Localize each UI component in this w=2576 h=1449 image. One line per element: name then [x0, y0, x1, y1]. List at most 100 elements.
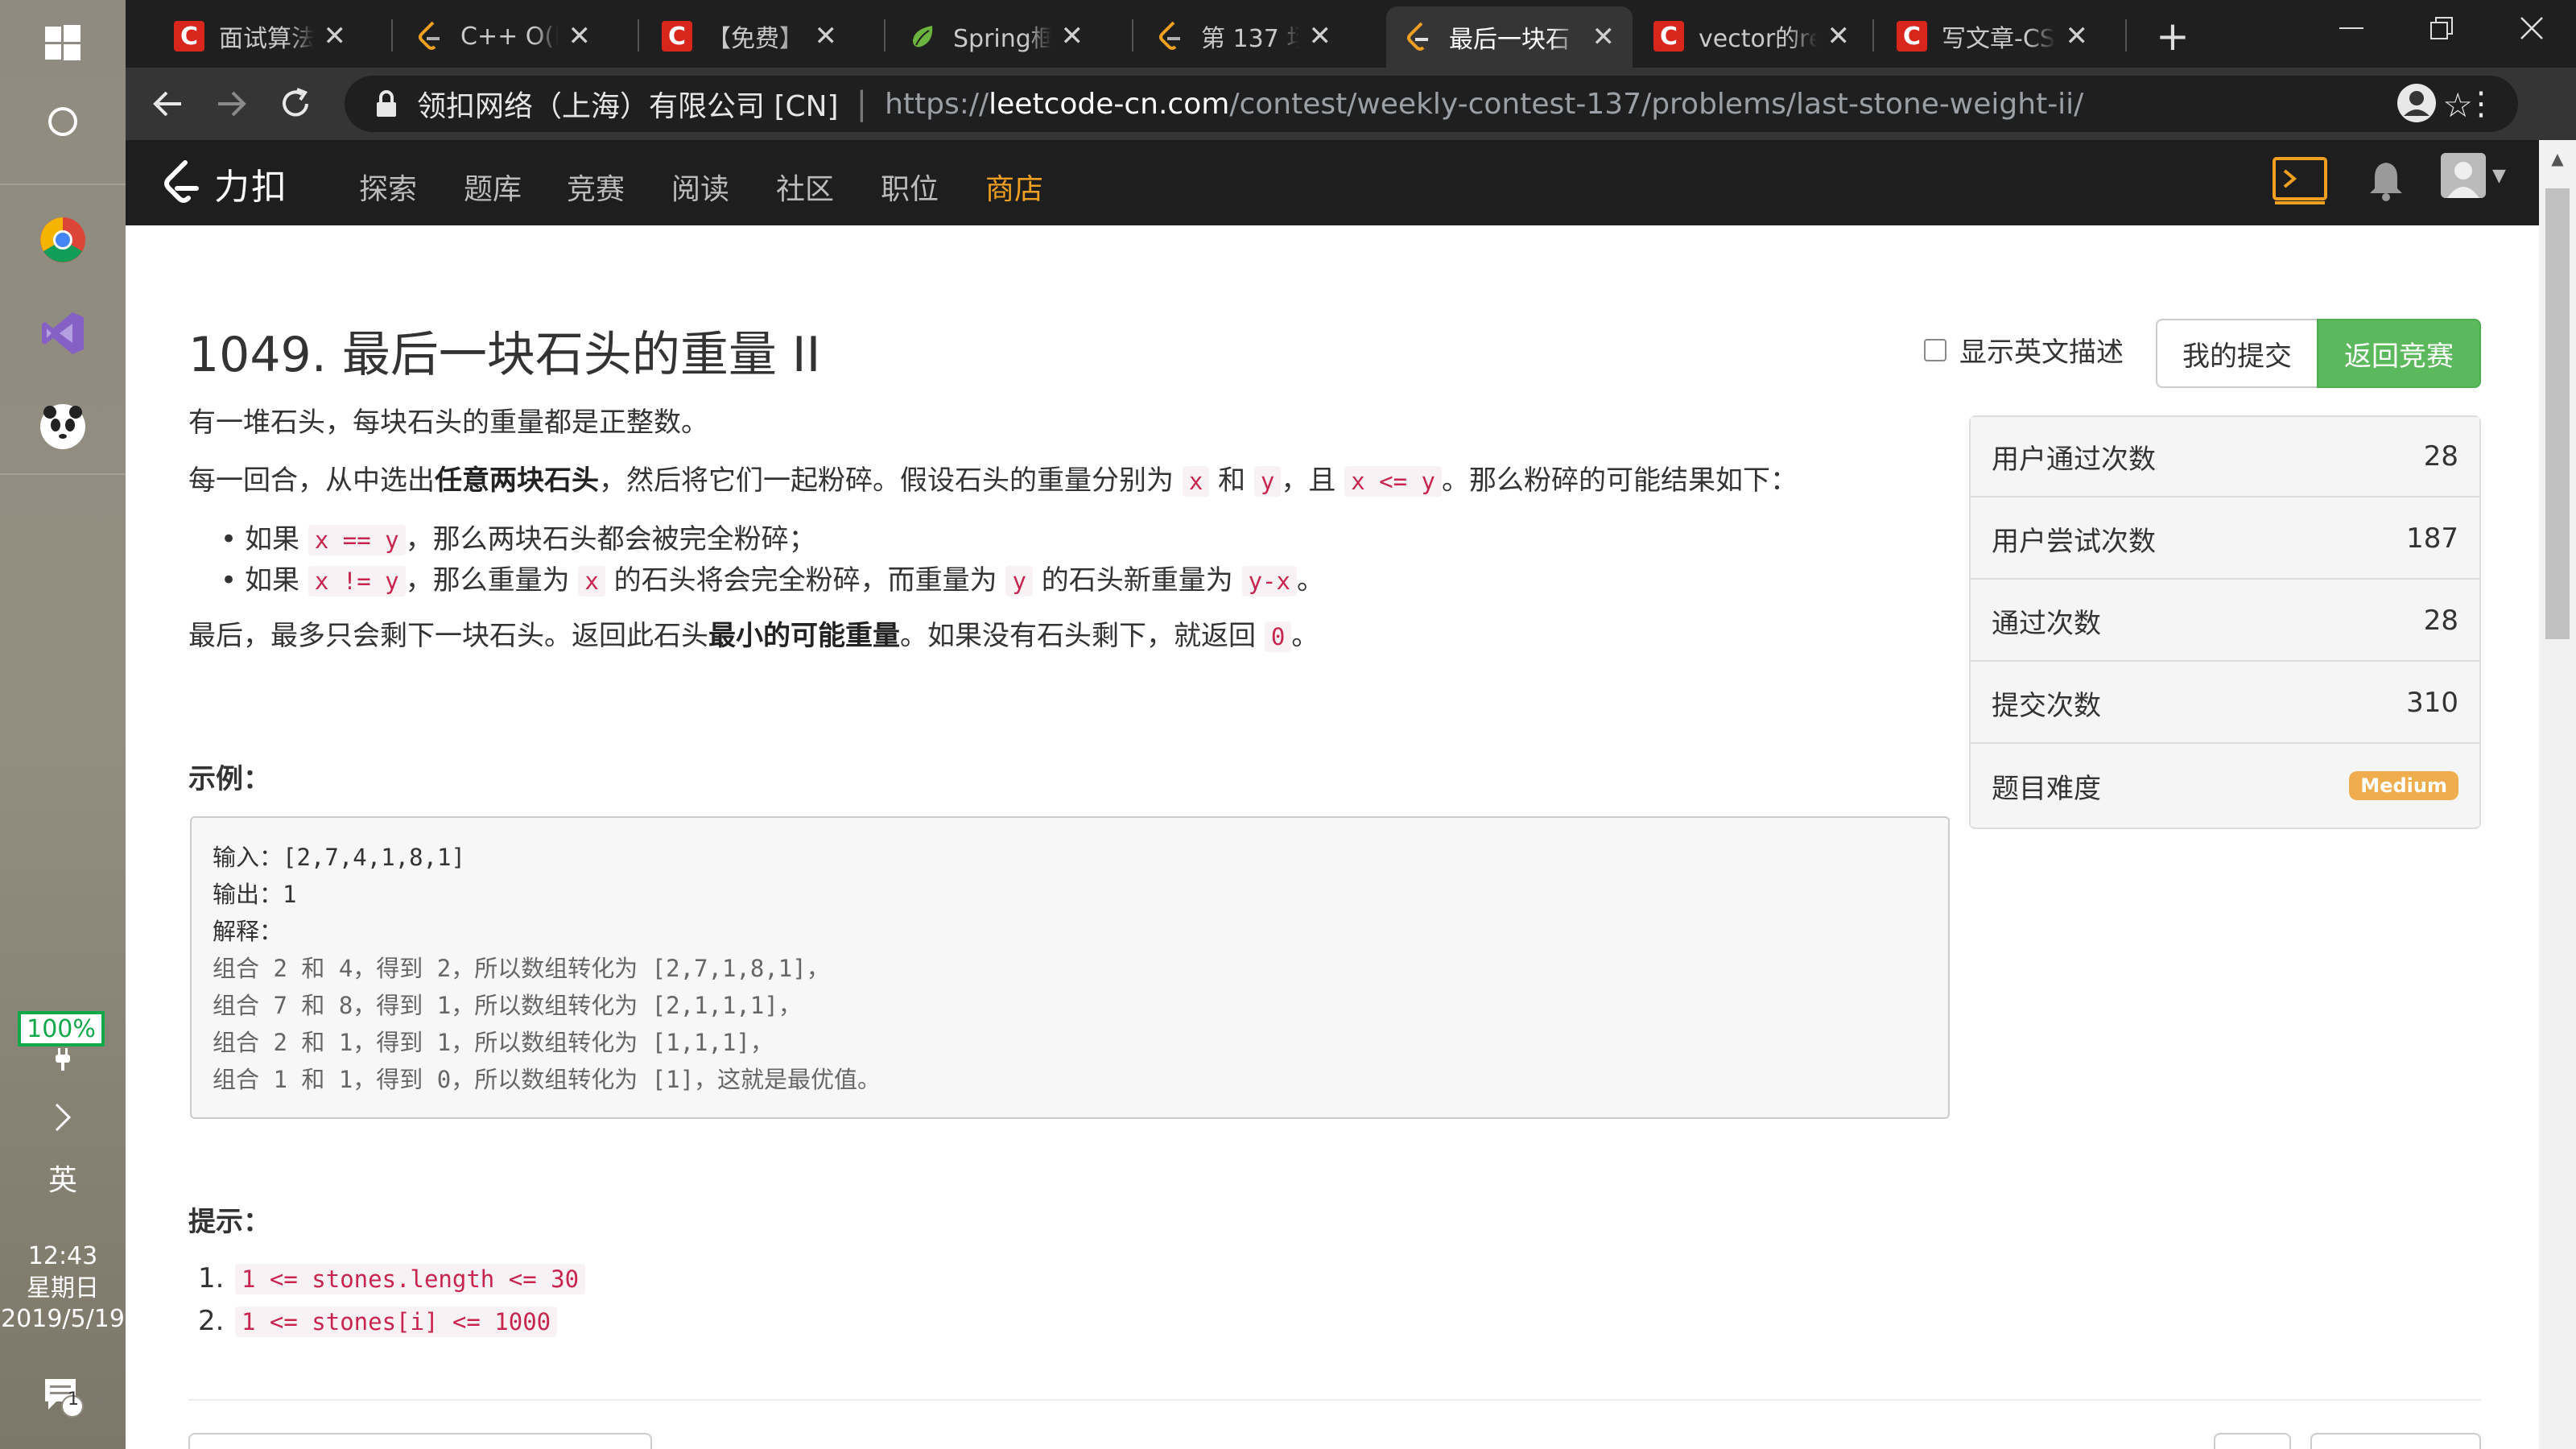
- clock-weekday: 星期日: [27, 1274, 99, 1302]
- hints-list: 1. 1 <= stones.length <= 30 2. 1 <= stones…: [198, 1257, 586, 1343]
- list-item: 1. 1 <= stones.length <= 30: [198, 1257, 586, 1300]
- stat-row: 用户尝试次数 187: [1971, 499, 2479, 580]
- problem-title: 1049. 最后一块石头的重量 II: [188, 327, 821, 383]
- address-bar[interactable]: 领扣网络（上海）有限公司 [CN] | https://leetcode-cn.…: [345, 76, 2518, 132]
- cortana-search-icon[interactable]: [0, 93, 126, 150]
- close-tab-icon[interactable]: ✕: [324, 20, 347, 52]
- nav-problems[interactable]: 题库: [464, 166, 522, 208]
- example-step: 组合 7 和 8，得到 1，所以数组转化为 [2,1,1,1]，: [213, 992, 802, 1019]
- close-window-button[interactable]: [2487, 0, 2576, 56]
- difficulty-badge: Medium: [2349, 771, 2458, 800]
- restore-button[interactable]: [2397, 0, 2486, 56]
- browser-tab-active[interactable]: 最后一块石 ✕: [1386, 6, 1633, 68]
- new-tab-button[interactable]: +: [2148, 11, 2198, 61]
- chrome-menu-icon[interactable]: ⋮: [2465, 84, 2497, 124]
- browser-tab[interactable]: Spring框架✕: [890, 11, 1101, 61]
- nav-jobs[interactable]: 职位: [881, 166, 939, 208]
- stats-panel: 用户通过次数 28 用户尝试次数 187 通过次数 28 提交次数 310 题目难度 Me…: [1969, 415, 2481, 829]
- site-logo[interactable]: 力扣: [161, 158, 288, 209]
- list-item: 如果 x != y，那么重量为 x 的石头将会完全粉碎，而重量为 y 的石头新重…: [221, 560, 2040, 601]
- show-english-toggle[interactable]: 显示英文描述: [1924, 330, 2124, 369]
- example-block: 输入：[2,7,4,1,8,1] 输出：1 解释： 组合 2 和 4，得到 2，所以数…: [190, 816, 1950, 1119]
- browser-tab[interactable]: 第 137 场 ✕: [1138, 11, 1349, 61]
- browser-toolbar: 领扣网络（上海）有限公司 [CN] | https://leetcode-cn.…: [126, 68, 2576, 140]
- browser-tab-strip: C 面试算法之✕ C++ O(N✕ C 【免费】li✕ Spring框架✕ 第 …: [126, 0, 2576, 68]
- desc-paragraph: 每一回合，从中选出任意两块石头，然后将它们一起粉碎。假设石头的重量分别为 x 和…: [188, 464, 1798, 497]
- forward-arrow-icon[interactable]: [206, 79, 256, 129]
- minimize-button[interactable]: [2307, 0, 2396, 56]
- nav-store[interactable]: 商店: [985, 166, 1043, 208]
- browser-tab[interactable]: C vector的re ✕: [1636, 11, 1868, 61]
- back-arrow-icon[interactable]: [143, 79, 193, 129]
- hints-heading: 提示：: [188, 1206, 270, 1238]
- example-heading: 示例：: [188, 763, 270, 795]
- stat-row: 通过次数 28: [1971, 581, 2479, 662]
- example-input: 输入：[2,7,4,1,8,1]: [213, 844, 465, 871]
- bottom-button[interactable]: [2214, 1433, 2291, 1449]
- notification-bell-icon[interactable]: [2368, 159, 2404, 204]
- notification-count: 1: [68, 1389, 79, 1410]
- problem-page: 1049. 最后一块石头的重量 II 显示英文描述 我的提交 返回竞赛 有一堆石…: [126, 225, 2539, 1449]
- site-organization: 领扣网络（上海）有限公司 [CN]: [417, 90, 839, 123]
- close-tab-icon[interactable]: ✕: [1827, 20, 1851, 52]
- back-to-contest-button[interactable]: 返回竞赛: [2317, 319, 2481, 388]
- page-scrollbar[interactable]: ▲: [2539, 140, 2576, 1449]
- my-submissions-button[interactable]: 我的提交: [2156, 319, 2318, 388]
- spring-leaf-icon: [908, 21, 939, 52]
- chrome-app-icon[interactable]: [0, 208, 126, 272]
- csdn-c-icon: C: [1897, 21, 1927, 52]
- page-url[interactable]: https://leetcode-cn.com/contest/weekly-c…: [885, 88, 2083, 121]
- playground-icon[interactable]: [2272, 156, 2328, 209]
- ime-indicator[interactable]: 英: [0, 1166, 126, 1196]
- leetcode-icon: [1404, 22, 1435, 52]
- close-tab-icon[interactable]: ✕: [1592, 21, 1616, 53]
- bottom-button[interactable]: [2310, 1433, 2481, 1449]
- close-tab-icon[interactable]: ✕: [1061, 20, 1084, 52]
- clock-time[interactable]: 12:43: [0, 1241, 126, 1272]
- action-center-icon[interactable]: 1: [0, 1368, 126, 1425]
- chevron-right-icon[interactable]: [0, 1093, 126, 1141]
- browser-tab[interactable]: C++ O(N✕: [398, 11, 609, 61]
- nav-community[interactable]: 社区: [776, 166, 834, 208]
- csdn-c-icon: C: [174, 21, 204, 52]
- profile-icon[interactable]: [2396, 82, 2438, 127]
- close-tab-icon[interactable]: ✕: [568, 20, 592, 52]
- plug-icon: [0, 1046, 126, 1074]
- problem-description: 有一堆石头，每块石头的重量都是正整数。 每一回合，从中选出任意两块石头，然后将它…: [188, 402, 2040, 675]
- windows-taskbar: 100% 英 12:43 星期日 2019/5/19 1: [0, 0, 126, 1449]
- scrollbar-thumb[interactable]: [2545, 188, 2570, 639]
- lock-icon[interactable]: [370, 88, 402, 120]
- example-step: 组合 2 和 1，得到 1，所以数组转化为 [1,1,1]，: [213, 1029, 774, 1056]
- battery-indicator[interactable]: 100%: [18, 1011, 105, 1046]
- nav-contest[interactable]: 竞赛: [567, 166, 625, 208]
- nav-read[interactable]: 阅读: [671, 166, 729, 208]
- example-output: 输出：1: [213, 881, 297, 908]
- desc-paragraph: 最后，最多只会剩下一块石头。返回此石头最小的可能重量。如果没有石头剩下，就返回 …: [188, 620, 1319, 652]
- panda-app-icon[interactable]: [0, 394, 126, 459]
- divider: [188, 1399, 2481, 1401]
- leetcode-icon: [415, 21, 446, 52]
- close-tab-icon[interactable]: ✕: [815, 20, 838, 52]
- show-english-checkbox[interactable]: [1924, 338, 1946, 361]
- desc-paragraph: 有一堆石头，每块石头的重量都是正整数。: [188, 407, 708, 439]
- visual-studio-icon[interactable]: [0, 301, 126, 365]
- stat-row: 用户通过次数 28: [1971, 417, 2479, 497]
- browser-tab[interactable]: C 面试算法之✕: [156, 11, 364, 61]
- reload-icon[interactable]: [270, 79, 320, 129]
- windows-start-icon[interactable]: [0, 14, 126, 71]
- close-tab-icon[interactable]: ✕: [1309, 20, 1332, 52]
- bottom-panel[interactable]: [188, 1433, 652, 1449]
- list-item: 2. 1 <= stones[i] <= 1000: [198, 1300, 585, 1343]
- stat-row-difficulty: 题目难度 Medium: [1971, 745, 2479, 826]
- nav-explore[interactable]: 探索: [359, 166, 417, 208]
- example-explain-label: 解释：: [213, 918, 283, 945]
- user-avatar[interactable]: ▼: [2441, 153, 2506, 198]
- scroll-up-arrow-icon[interactable]: ▲: [2539, 140, 2576, 177]
- example-step: 组合 1 和 1，得到 0，所以数组转化为 [1]，这就是最优值。: [213, 1066, 881, 1093]
- browser-tab[interactable]: C 写文章-CS ✕: [1879, 11, 2106, 61]
- browser-tab[interactable]: C 【免费】li✕: [644, 11, 855, 61]
- csdn-c-icon: C: [1653, 21, 1684, 52]
- clock-date: 2019/5/19: [1, 1305, 125, 1333]
- rules-list: 如果 x == y，那么两块石头都会被完全粉碎； 如果 x != y，那么重量为…: [221, 519, 2040, 601]
- close-tab-icon[interactable]: ✕: [2066, 20, 2089, 52]
